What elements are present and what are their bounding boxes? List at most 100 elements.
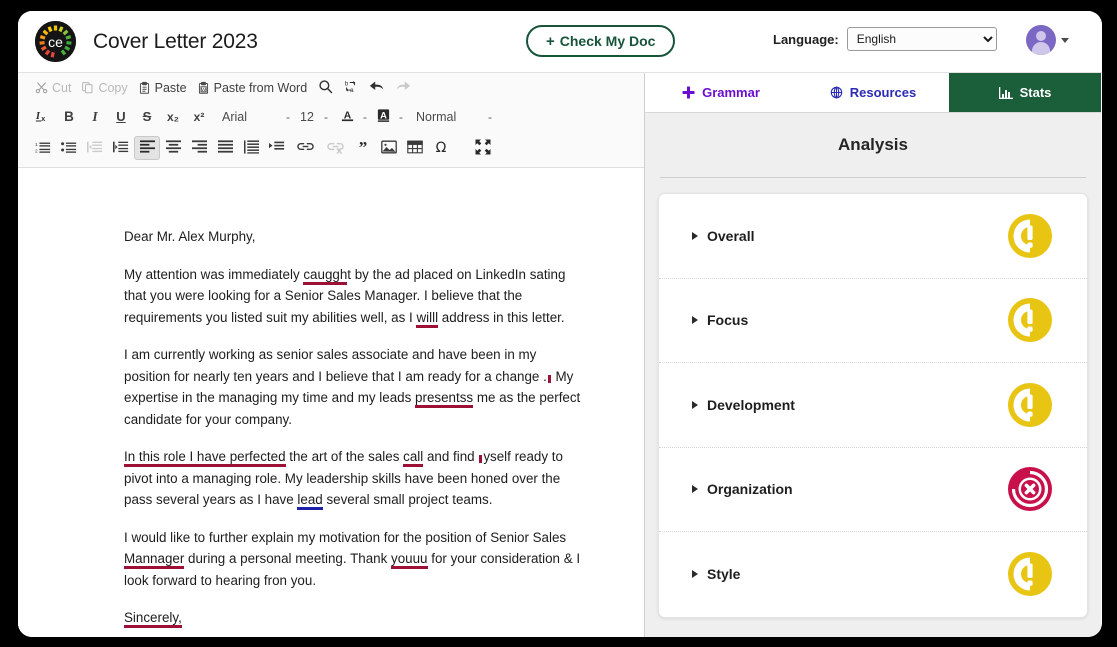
font-family-dropdown[interactable]: Arial bbox=[218, 110, 280, 124]
grammar-error-lead[interactable]: lead bbox=[297, 492, 322, 510]
status-badge-error bbox=[1006, 465, 1054, 513]
analysis-row-overall[interactable]: Overall bbox=[659, 194, 1087, 279]
toolbar-row-paragraph: 1 2 bbox=[18, 131, 644, 165]
align-center-button[interactable] bbox=[160, 136, 186, 160]
background-color-icon: A bbox=[376, 108, 391, 126]
bold-button[interactable]: B bbox=[56, 105, 82, 129]
indent-block-icon bbox=[269, 140, 285, 156]
tab-stats[interactable]: Stats bbox=[949, 73, 1101, 112]
paste-from-word-button[interactable]: W Paste from Word bbox=[192, 78, 313, 98]
increase-indent-icon bbox=[113, 140, 129, 157]
italic-button[interactable]: I bbox=[82, 105, 108, 129]
spelling-error-willl[interactable]: willl bbox=[416, 310, 438, 328]
redo-button[interactable] bbox=[390, 76, 416, 100]
chevron-right-icon[interactable] bbox=[692, 401, 698, 409]
background-color-button[interactable]: A bbox=[370, 105, 396, 129]
remove-format-button[interactable]: I x bbox=[30, 105, 56, 129]
paragraph-format-dropdown[interactable]: Normal bbox=[412, 110, 466, 124]
analysis-row-style[interactable]: Style bbox=[659, 532, 1087, 617]
document-editor[interactable]: Dear Mr. Alex Murphy, My attention was i… bbox=[18, 168, 644, 629]
subscript-icon: x₂ bbox=[167, 110, 179, 124]
increase-indent-button[interactable] bbox=[108, 136, 134, 160]
window-frame: ce Cover Letter 2023 + Check My Doc Lang… bbox=[0, 0, 1117, 647]
punctuation-error-mark[interactable] bbox=[548, 375, 551, 383]
paste-from-word-label: Paste from Word bbox=[214, 81, 308, 95]
underline-icon: U bbox=[116, 109, 125, 124]
p3-text-d: several small project teams. bbox=[323, 492, 493, 507]
blockquote-indent-button[interactable] bbox=[264, 136, 290, 160]
font-size-dropdown[interactable]: 12 bbox=[296, 110, 318, 124]
align-right-button[interactable] bbox=[186, 136, 212, 160]
paste-button[interactable]: Paste bbox=[133, 78, 192, 98]
replace-button[interactable]: b a bbox=[338, 76, 364, 100]
chevron-right-icon[interactable] bbox=[692, 485, 698, 493]
line-spacing-button[interactable] bbox=[238, 136, 264, 160]
special-character-button[interactable]: Ω bbox=[428, 136, 454, 160]
font-family-caret-icon[interactable]: - bbox=[280, 110, 296, 124]
chevron-right-icon[interactable] bbox=[692, 232, 698, 240]
scissors-icon bbox=[35, 81, 48, 94]
analysis-row-organization[interactable]: Organization bbox=[659, 448, 1087, 533]
fullscreen-icon bbox=[475, 139, 491, 158]
numbered-list-button[interactable]: 1 2 bbox=[30, 136, 56, 160]
chevron-down-icon[interactable] bbox=[1061, 38, 1069, 43]
text-color-button[interactable]: A bbox=[334, 105, 360, 129]
insert-link-button[interactable] bbox=[290, 136, 320, 160]
language-select[interactable]: English bbox=[847, 27, 997, 51]
tab-resources[interactable]: Resources bbox=[797, 73, 949, 112]
strikethrough-button[interactable]: S bbox=[134, 105, 160, 129]
insert-image-button[interactable] bbox=[376, 136, 402, 160]
page-title: Cover Letter 2023 bbox=[93, 30, 258, 54]
insert-table-button[interactable] bbox=[402, 136, 428, 160]
undo-button[interactable] bbox=[364, 76, 390, 100]
background-color-caret-icon[interactable]: - bbox=[396, 110, 406, 124]
spelling-error-presentss[interactable]: presentss bbox=[415, 390, 473, 408]
text-color-caret-icon[interactable]: - bbox=[360, 110, 370, 124]
bulleted-list-button[interactable] bbox=[56, 136, 82, 160]
underline-button[interactable]: U bbox=[108, 105, 134, 129]
panel-tabs: Grammar Resources bbox=[645, 73, 1101, 113]
clipboard-word-icon: W bbox=[197, 81, 210, 95]
avatar[interactable] bbox=[1026, 25, 1056, 55]
strikethrough-icon: S bbox=[143, 109, 152, 124]
spelling-error-cauggh[interactable]: cauggh bbox=[303, 267, 347, 285]
account-menu[interactable] bbox=[1026, 25, 1069, 55]
copy-button[interactable]: Copy bbox=[76, 78, 132, 98]
subscript-button[interactable]: x₂ bbox=[160, 105, 186, 129]
redo-arrow-icon bbox=[395, 79, 411, 96]
closing-error-sincerely[interactable]: Sincerely, bbox=[124, 610, 182, 628]
find-button[interactable] bbox=[312, 76, 338, 100]
chevron-right-icon[interactable] bbox=[692, 316, 698, 324]
align-right-icon bbox=[192, 140, 207, 156]
undo-arrow-icon bbox=[369, 79, 385, 96]
paste-label: Paste bbox=[155, 81, 187, 95]
superscript-button[interactable]: x² bbox=[186, 105, 212, 129]
analysis-row-style-left: Style bbox=[692, 566, 740, 582]
quote-button[interactable]: ” bbox=[350, 136, 376, 160]
unlink-icon bbox=[327, 140, 344, 157]
toolbar-row-text-format: I x B I U bbox=[18, 102, 644, 131]
cut-button[interactable]: Cut bbox=[30, 78, 76, 98]
fullscreen-button[interactable] bbox=[468, 136, 498, 160]
svg-text:1: 1 bbox=[35, 142, 38, 148]
spelling-error-mannager[interactable]: Mannager bbox=[124, 551, 184, 569]
align-justify-button[interactable] bbox=[212, 136, 238, 160]
analysis-row-development[interactable]: Development bbox=[659, 363, 1087, 448]
chevron-right-icon[interactable] bbox=[692, 570, 698, 578]
grammar-error-in-this-role[interactable]: In this role I have perfected bbox=[124, 449, 286, 467]
word-choice-error-call[interactable]: call bbox=[403, 449, 423, 467]
align-left-button[interactable] bbox=[134, 136, 160, 160]
decrease-indent-button[interactable] bbox=[82, 136, 108, 160]
document-scroll-area[interactable]: Dear Mr. Alex Murphy, My attention was i… bbox=[18, 168, 644, 637]
text-color-icon: A bbox=[340, 108, 355, 126]
tab-stats-label: Stats bbox=[1020, 85, 1052, 100]
tab-grammar[interactable]: Grammar bbox=[645, 73, 797, 112]
punctuation-error-mark-2[interactable] bbox=[479, 455, 482, 463]
unlink-button[interactable] bbox=[320, 136, 350, 160]
font-size-caret-icon[interactable]: - bbox=[318, 110, 334, 124]
check-my-doc-button[interactable]: + Check My Doc bbox=[526, 25, 675, 57]
analysis-row-focus[interactable]: Focus bbox=[659, 279, 1087, 364]
align-left-icon bbox=[140, 140, 155, 156]
paragraph-format-caret-icon[interactable]: - bbox=[466, 110, 498, 124]
spelling-error-youuu[interactable]: youuu bbox=[391, 551, 427, 569]
